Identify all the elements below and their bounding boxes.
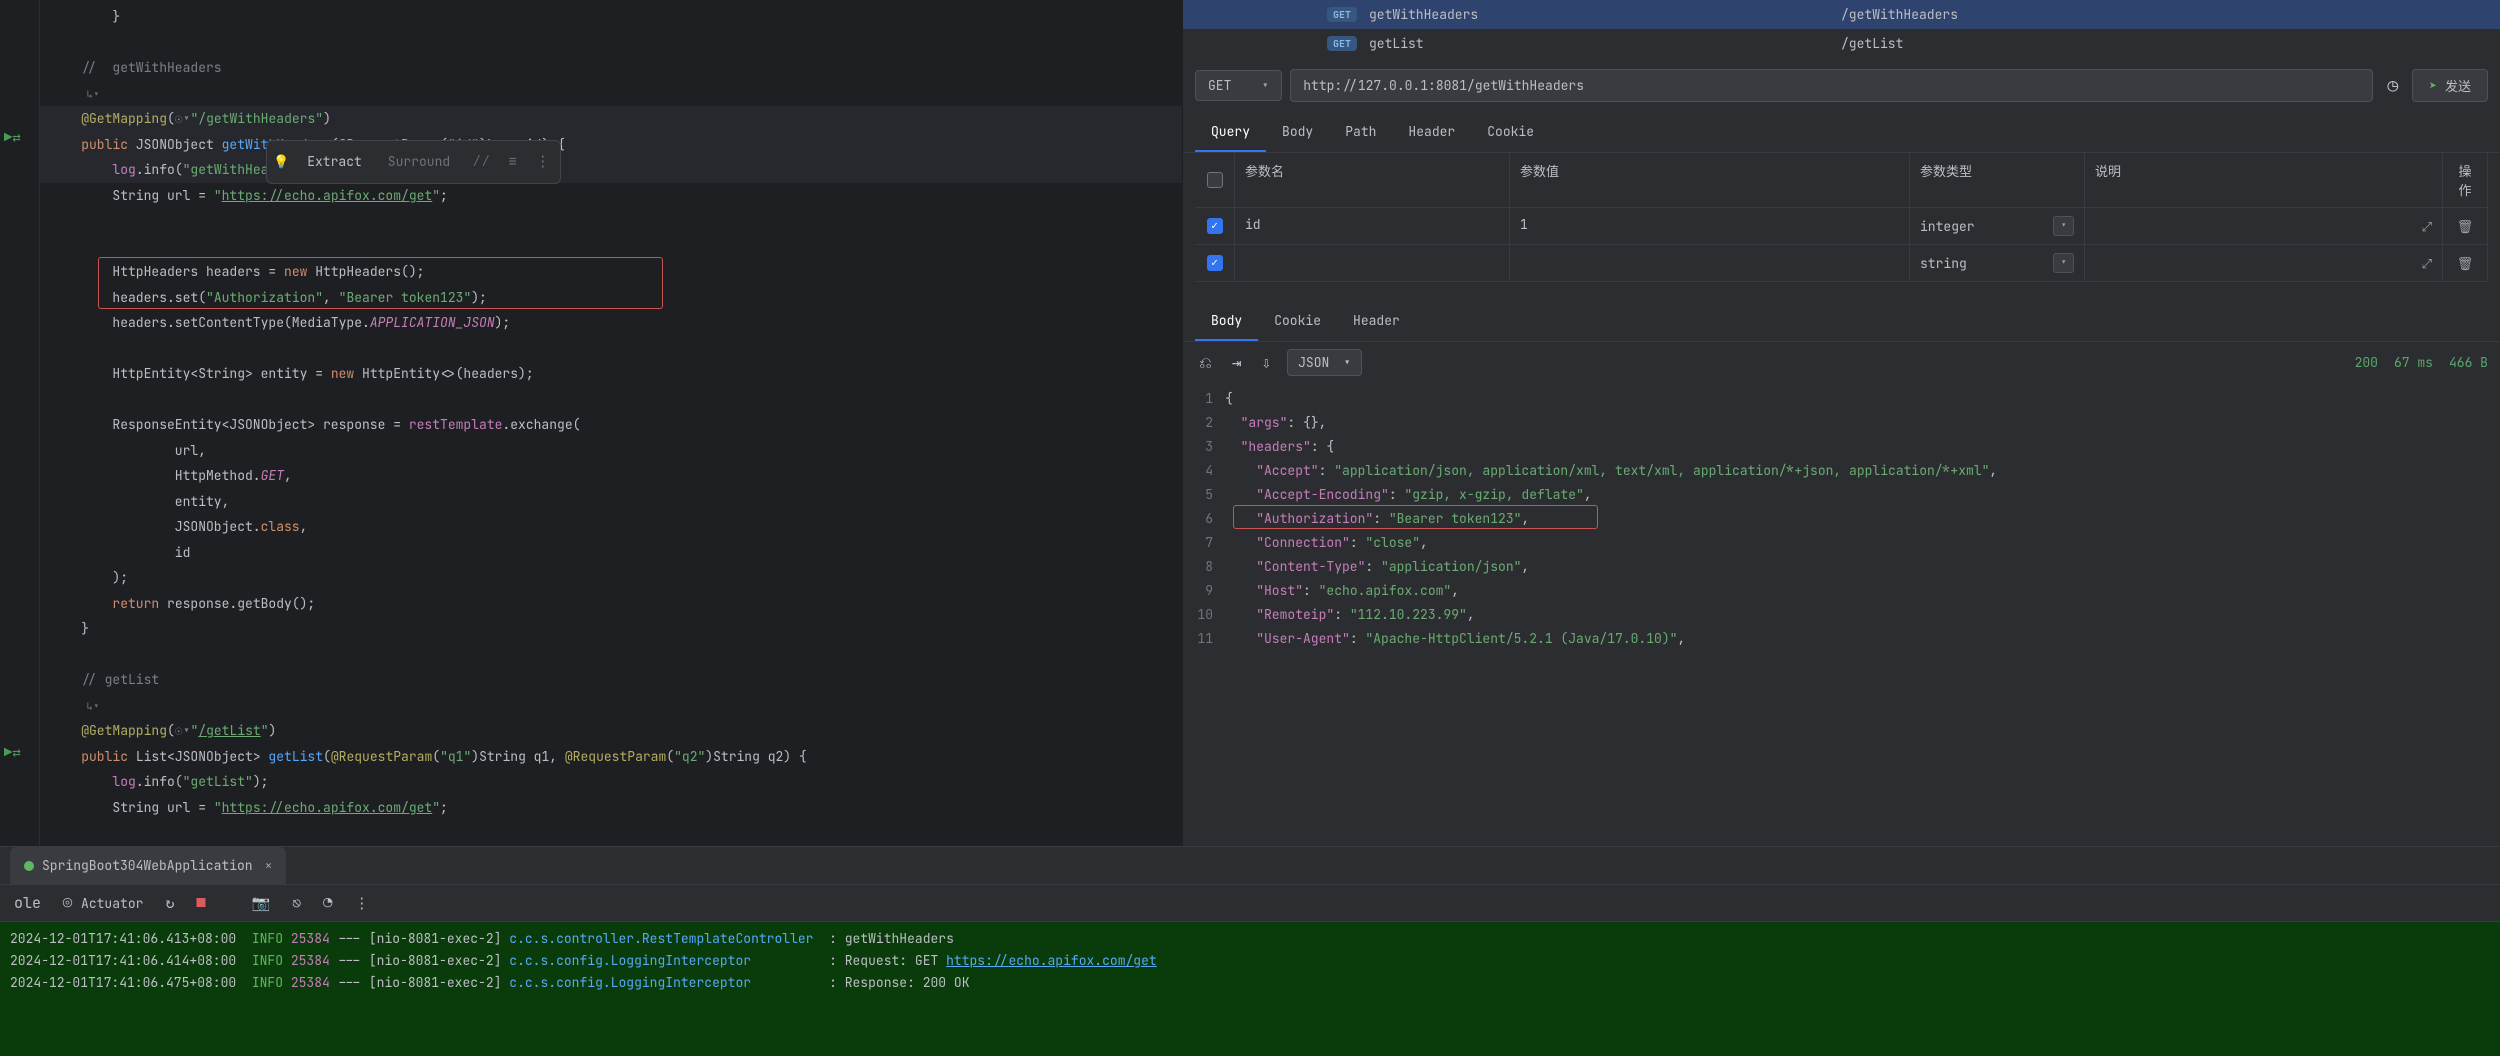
tab-resp-cookie[interactable]: Cookie (1258, 302, 1337, 341)
run-console-panel: SpringBoot304WebApplication × ole ◎ Actu… (0, 846, 2500, 1056)
delete-icon[interactable]: 🗑 (2457, 218, 2474, 235)
col-ops: 操作 (2443, 153, 2488, 207)
tab-cookie[interactable]: Cookie (1471, 113, 1550, 152)
endpoint-row[interactable]: GETgetList/getList (1183, 29, 2500, 58)
code-area[interactable]: 💡 Extract Surround ⁄⁄ ≡ ⋮ } // getWithHe… (40, 0, 1182, 846)
request-bar: GET▾ http://127.0.0.1:8081/getWithHeader… (1183, 58, 2500, 113)
run-gutter-icon[interactable]: ▶⇄ (4, 129, 35, 147)
col-desc: 说明 (2085, 153, 2443, 207)
endpoint-row[interactable]: GETgetWithHeaders/getWithHeaders (1183, 0, 2500, 29)
response-tabs: BodyCookieHeader (1183, 302, 2500, 342)
col-value: 参数值 (1510, 153, 1910, 207)
tab-header[interactable]: Header (1392, 113, 1471, 152)
url-input[interactable]: http://127.0.0.1:8081/getWithHeaders (1290, 69, 2373, 102)
tab-query[interactable]: Query (1195, 113, 1266, 152)
send-icon: ➤ (2429, 77, 2437, 94)
response-size: 466 B (2449, 354, 2488, 371)
endpoint-list: GETgetWithHeaders/getWithHeadersGETgetLi… (1183, 0, 2500, 58)
run-tab-bar: SpringBoot304WebApplication × (0, 847, 2500, 885)
log-line: 2024-12-01T17:41:06.413+08:00 INFO 25384… (10, 928, 2490, 950)
comment-icon[interactable]: ⁄⁄ (468, 147, 494, 177)
delete-icon[interactable]: 🗑 (2457, 255, 2474, 272)
param-checkbox[interactable]: ✓ (1207, 255, 1223, 271)
close-icon[interactable]: × (265, 857, 273, 874)
wrap-icon[interactable]: ⇥ (1228, 348, 1246, 377)
response-section: BodyCookieHeader ⎌ ⇥ ⇩ JSON▾ 200 67 ms 4… (1183, 302, 2500, 846)
param-value-cell[interactable] (1510, 245, 1910, 281)
param-name-cell[interactable] (1235, 245, 1510, 281)
chevron-down-icon: ▾ (1261, 77, 1269, 94)
bulb-icon[interactable]: 💡 (273, 149, 289, 175)
http-method-badge: GET (1327, 36, 1357, 51)
tab-resp-body[interactable]: Body (1195, 302, 1258, 341)
response-status: 200 (2355, 354, 2378, 371)
console-label: ole (10, 891, 45, 915)
chevron-down-icon: ▾ (1343, 354, 1351, 371)
more-icon[interactable]: ⋮ (350, 891, 373, 915)
running-indicator-icon (24, 861, 34, 871)
code-editor-pane: ▶⇄ ▶⇄ 💡 Extract Surround ⁄⁄ ≡ ⋮ } // get… (0, 0, 1182, 846)
history-button[interactable]: ◷ (2381, 68, 2404, 103)
format-icon[interactable]: ⎌ (1195, 348, 1216, 377)
response-body[interactable]: 1{2 "args": {},3 "headers": {4 "Accept":… (1183, 383, 2500, 846)
param-name-cell[interactable]: id (1235, 208, 1510, 244)
rerun-icon[interactable]: ↻ (161, 891, 178, 915)
http-method-badge: GET (1327, 7, 1357, 22)
select-all-checkbox[interactable] (1207, 172, 1223, 188)
log-line: 2024-12-01T17:41:06.475+08:00 INFO 25384… (10, 972, 2490, 994)
log-line: 2024-12-01T17:41:06.414+08:00 INFO 25384… (10, 950, 2490, 972)
param-desc-cell[interactable]: ⤢ (2085, 245, 2443, 281)
camera-icon[interactable]: 📷 (247, 891, 274, 915)
send-button[interactable]: ➤ 发送 (2412, 69, 2488, 102)
surround-action[interactable]: Surround (380, 145, 458, 179)
run-tab[interactable]: SpringBoot304WebApplication × (10, 847, 286, 884)
param-row: ✓ string▾ ⤢ 🗑 (1195, 245, 2488, 282)
actuator-button[interactable]: ◎ Actuator (59, 891, 147, 915)
response-toolbar: ⎌ ⇥ ⇩ JSON▾ 200 67 ms 466 B (1183, 342, 2500, 383)
extract-action[interactable]: Extract (299, 145, 370, 179)
console-output[interactable]: 2024-12-01T17:41:06.413+08:00 INFO 25384… (0, 922, 2500, 1056)
chevron-down-icon[interactable]: ▾ (2053, 216, 2074, 236)
chevron-down-icon[interactable]: ▾ (2053, 253, 2074, 273)
param-row: ✓ id 1 integer▾ ⤢ 🗑 (1195, 208, 2488, 245)
run-toolbar: ole ◎ Actuator ↻ ■ 📷 ⎋ ◔ ⋮ (0, 885, 2500, 922)
editor-gutter: ▶⇄ ▶⇄ (0, 0, 40, 846)
param-type-cell[interactable]: integer▾ (1910, 208, 2085, 244)
table-header-row: 参数名 参数值 参数类型 说明 操作 (1195, 153, 2488, 208)
intention-popup: 💡 Extract Surround ⁄⁄ ≡ ⋮ (266, 140, 561, 184)
tab-path[interactable]: Path (1329, 113, 1392, 152)
stop-icon[interactable]: ■ (192, 891, 209, 915)
list-icon[interactable]: ≡ (504, 147, 521, 177)
col-type: 参数类型 (1910, 153, 2085, 207)
format-select[interactable]: JSON▾ (1287, 349, 1362, 376)
col-name: 参数名 (1235, 153, 1510, 207)
request-tabs: QueryBodyPathHeaderCookie (1183, 113, 2500, 153)
run-gutter-icon[interactable]: ▶⇄ (4, 744, 35, 762)
tab-body[interactable]: Body (1266, 113, 1329, 152)
response-time: 67 ms (2394, 354, 2433, 371)
param-value-cell[interactable]: 1 (1510, 208, 1910, 244)
tab-resp-header[interactable]: Header (1337, 302, 1416, 341)
param-desc-cell[interactable]: ⤢ (2085, 208, 2443, 244)
param-type-cell[interactable]: string▾ (1910, 245, 2085, 281)
analyze-icon[interactable]: ◔ (319, 891, 336, 915)
params-table: 参数名 参数值 参数类型 说明 操作 ✓ id 1 integer▾ ⤢ 🗑 ✓… (1183, 153, 2500, 282)
expand-icon[interactable]: ⤢ (2422, 255, 2432, 272)
api-client-pane: GETgetWithHeaders/getWithHeadersGETgetLi… (1182, 0, 2500, 846)
expand-icon[interactable]: ⤢ (2422, 218, 2432, 235)
more-icon[interactable]: ⋮ (531, 147, 554, 177)
exit-icon[interactable]: ⎋ (288, 891, 305, 915)
download-icon[interactable]: ⇩ (1257, 348, 1275, 377)
param-checkbox[interactable]: ✓ (1207, 218, 1223, 234)
http-method-select[interactable]: GET▾ (1195, 70, 1282, 101)
